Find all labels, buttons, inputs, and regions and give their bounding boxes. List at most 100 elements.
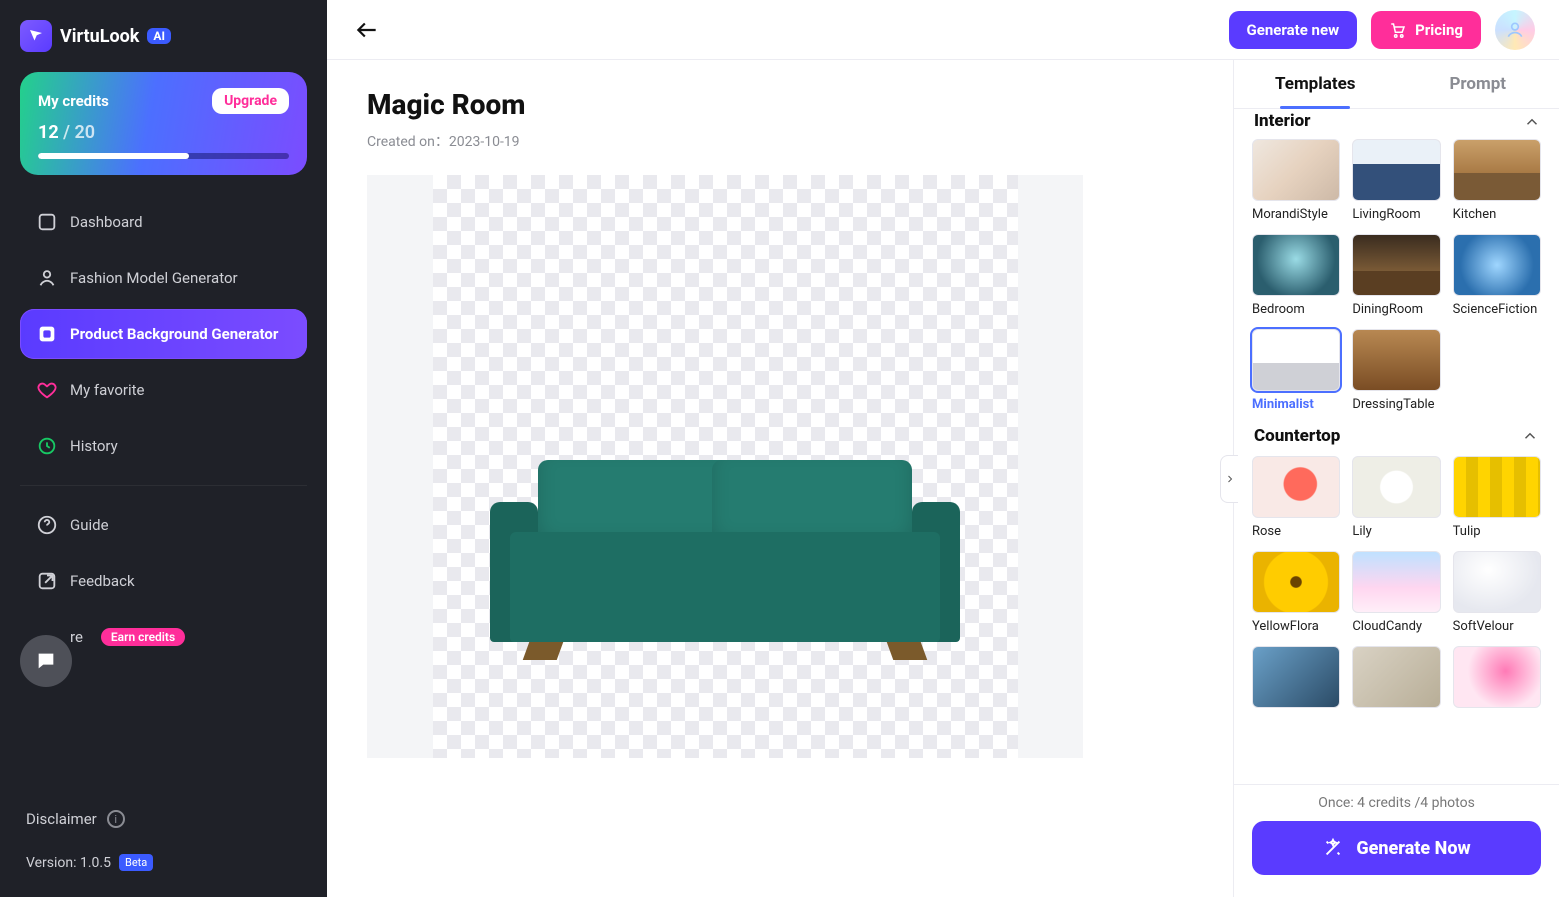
- template-tile[interactable]: [1352, 646, 1440, 708]
- tab-prompt[interactable]: Prompt: [1397, 60, 1559, 108]
- page-title: Magic Room: [367, 88, 1193, 121]
- sidebar-item-product-background-generator[interactable]: Product Background Generator: [20, 309, 307, 359]
- template-thumbnail: [1453, 234, 1541, 296]
- logo-icon: [20, 20, 52, 52]
- credits-progress: [38, 153, 289, 159]
- cost-label: Once: 4 credits /4 photos: [1252, 795, 1541, 811]
- credits-label: My credits: [38, 92, 109, 110]
- sidebar-item-favorite-icon: [36, 379, 58, 401]
- sidebar-item-guide[interactable]: Guide: [20, 500, 307, 550]
- topbar: Generate new Pricing: [327, 0, 1559, 60]
- template-label: ScienceFiction: [1453, 302, 1541, 317]
- arrow-left-icon: [354, 17, 380, 43]
- chevron-up-icon[interactable]: [1523, 113, 1541, 131]
- template-lily[interactable]: Lily: [1352, 456, 1440, 539]
- template-thumbnail: [1352, 234, 1440, 296]
- templates-scroll[interactable]: Interior MorandiStyleLivingRoomKitchenBe…: [1234, 109, 1559, 784]
- template-label: DressingTable: [1352, 397, 1440, 412]
- pricing-button[interactable]: Pricing: [1371, 11, 1481, 49]
- template-dressingtable[interactable]: DressingTable: [1352, 329, 1440, 412]
- chat-button[interactable]: [20, 635, 72, 687]
- template-label: DiningRoom: [1352, 302, 1440, 317]
- back-button[interactable]: [351, 14, 383, 46]
- cart-icon: [1389, 21, 1407, 39]
- template-label: Rose: [1252, 524, 1340, 539]
- template-label: Minimalist: [1252, 397, 1340, 412]
- template-bedroom[interactable]: Bedroom: [1252, 234, 1340, 317]
- sidebar-nav: Dashboard Fashion Model Generator Product …: [20, 197, 307, 471]
- chat-icon: [35, 650, 57, 672]
- sidebar-secondary: Guide Feedback re Earn credits: [20, 500, 307, 662]
- version: Version: 1.0.5 Beta: [26, 854, 307, 871]
- section-title-countertop: Countertop: [1254, 426, 1340, 446]
- created-label: Created on：: [367, 134, 449, 150]
- template-thumbnail: [1453, 646, 1541, 708]
- template-thumbnail: [1453, 139, 1541, 201]
- template-label: Kitchen: [1453, 207, 1541, 222]
- templates-grid-interior: MorandiStyle LivingRoom Kitchen Bedroom Dini…: [1252, 139, 1541, 412]
- product-image-sofa[interactable]: [490, 450, 960, 660]
- template-label: SoftVelour: [1453, 619, 1541, 634]
- share-out-icon: [36, 570, 58, 592]
- generate-now-button[interactable]: Generate Now: [1252, 821, 1541, 875]
- credits-max: 20: [74, 122, 95, 143]
- sidebar-item-favorite[interactable]: My favorite: [20, 365, 307, 415]
- template-sciencefiction[interactable]: ScienceFiction: [1453, 234, 1541, 317]
- beta-badge: Beta: [119, 854, 153, 871]
- generate-new-button[interactable]: Generate new: [1229, 11, 1358, 49]
- sidebar-item-feedback[interactable]: Feedback: [20, 556, 307, 606]
- template-diningroom[interactable]: DiningRoom: [1352, 234, 1440, 317]
- canvas[interactable]: [367, 175, 1083, 758]
- template-softvelour[interactable]: SoftVelour: [1453, 551, 1541, 634]
- template-tile[interactable]: [1252, 646, 1340, 708]
- template-label: Bedroom: [1252, 302, 1340, 317]
- sidebar-item-fashion-model-generator[interactable]: Fashion Model Generator: [20, 253, 307, 303]
- templates-grid-countertop-more: [1252, 646, 1541, 708]
- generate-now-label: Generate Now: [1356, 838, 1470, 859]
- chevron-up-icon[interactable]: [1521, 427, 1539, 445]
- template-thumbnail: [1252, 139, 1340, 201]
- template-thumbnail: [1352, 456, 1440, 518]
- template-thumbnail: [1453, 551, 1541, 613]
- sidebar-item-history-icon: [36, 435, 58, 457]
- sidebar-item-fashion-model-generator-icon: [36, 267, 58, 289]
- panel-collapse-button[interactable]: [1220, 455, 1238, 503]
- template-morandistyle[interactable]: MorandiStyle: [1252, 139, 1340, 222]
- nav-label: My favorite: [70, 381, 144, 399]
- sidebar-item-disclaimer[interactable]: Disclaimer i: [26, 810, 307, 828]
- logo[interactable]: VirtuLook AI: [20, 20, 307, 52]
- template-thumbnail: [1352, 139, 1440, 201]
- template-livingroom[interactable]: LivingRoom: [1352, 139, 1440, 222]
- panel-footer: Once: 4 credits /4 photos Generate Now: [1234, 784, 1559, 897]
- nav-label: Product Background Generator: [70, 325, 278, 343]
- share-label: re: [70, 628, 83, 646]
- guide-label: Guide: [70, 516, 109, 534]
- nav-label: Fashion Model Generator: [70, 269, 238, 287]
- avatar[interactable]: [1495, 10, 1535, 50]
- template-kitchen[interactable]: Kitchen: [1453, 139, 1541, 222]
- user-icon: [1505, 20, 1525, 40]
- template-label: MorandiStyle: [1252, 207, 1340, 222]
- template-thumbnail: [1352, 551, 1440, 613]
- credits-count: 12 / 20: [38, 122, 289, 143]
- template-yellowflora[interactable]: YellowFlora: [1252, 551, 1340, 634]
- help-icon: [36, 514, 58, 536]
- content: Magic Room Created on：2023-10-19 Templat…: [327, 60, 1559, 897]
- upgrade-button[interactable]: Upgrade: [212, 88, 289, 114]
- tab-templates[interactable]: Templates: [1234, 60, 1397, 108]
- canvas-column: Magic Room Created on：2023-10-19: [327, 60, 1233, 897]
- sidebar-item-dashboard-icon: [36, 211, 58, 233]
- sidebar-item-history[interactable]: History: [20, 421, 307, 471]
- main: Generate new Pricing Magic Room Created …: [327, 0, 1559, 897]
- template-tile[interactable]: [1453, 646, 1541, 708]
- template-thumbnail: [1352, 329, 1440, 391]
- template-minimalist[interactable]: Minimalist: [1252, 329, 1340, 412]
- nav-label: History: [70, 437, 118, 455]
- credits-current: 12: [38, 122, 59, 143]
- sidebar-item-dashboard[interactable]: Dashboard: [20, 197, 307, 247]
- template-label: Lily: [1352, 524, 1440, 539]
- template-cloudcandy[interactable]: CloudCandy: [1352, 551, 1440, 634]
- template-tulip[interactable]: Tulip: [1453, 456, 1541, 539]
- earn-credits-badge: Earn credits: [101, 628, 185, 646]
- template-rose[interactable]: Rose: [1252, 456, 1340, 539]
